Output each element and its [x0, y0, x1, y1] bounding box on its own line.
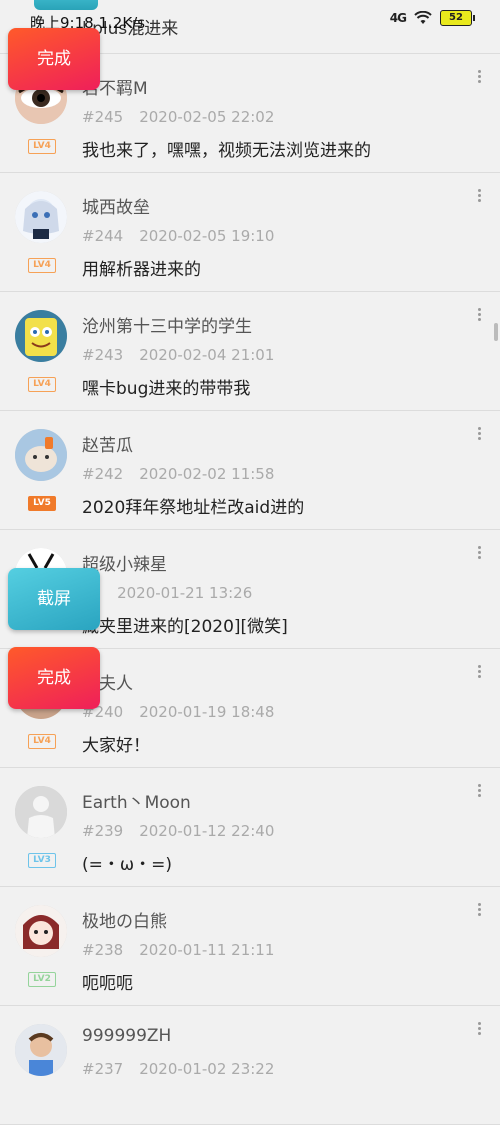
comment-meta: #244 2020-02-05 19:10: [82, 227, 275, 245]
default-avatar[interactable]: [15, 786, 67, 838]
comment-text: 我也来了，嘿嘿，视频无法浏览进来的: [82, 141, 371, 161]
comment-text: 用解析器进来的: [82, 260, 201, 280]
comment-text: 2020拜年祭地址栏改aid进的: [82, 498, 305, 518]
partial-overlay-button[interactable]: [34, 0, 98, 10]
comment-meta: #243 2020-02-04 21:01: [82, 346, 275, 364]
level-badge: LV4: [28, 734, 56, 749]
username[interactable]: 城西故垒: [82, 193, 150, 218]
comment-text: 嘿卡bug进来的带带我: [82, 379, 251, 399]
anime-girl-avatar[interactable]: [15, 191, 67, 243]
level-badge: LV3: [28, 853, 56, 868]
comment-meta: #240 2020-01-19 18:48: [82, 703, 275, 721]
comment-meta: #238 2020-01-11 21:11: [82, 941, 275, 959]
comment-item: LV3 Earth丶Moon #239 2020-01-12 22:40 (=・ω…: [0, 768, 500, 887]
signal-icon: 4G: [389, 11, 407, 25]
wifi-icon: [414, 11, 432, 24]
level-badge: LV5: [28, 496, 56, 511]
comment-text: 藏夹里进来的[2020][微笑]: [82, 617, 288, 637]
comment-text: 大家好！: [82, 736, 150, 756]
scrollbar[interactable]: [494, 323, 498, 341]
comment-item: LV4 沧州第十三中学的学生 #243 2020-02-04 21:01 嘿卡bu…: [0, 292, 500, 411]
sponge-avatar[interactable]: [15, 310, 67, 362]
status-icons: 4G 52: [389, 10, 475, 26]
comment-text: 呃呃呃: [82, 974, 133, 994]
more-icon[interactable]: [474, 425, 484, 447]
screenshot-button[interactable]: 截屏: [8, 568, 100, 630]
more-icon[interactable]: [474, 663, 484, 685]
toy-avatar[interactable]: [15, 429, 67, 481]
anime-girl2-avatar[interactable]: [15, 905, 67, 957]
username[interactable]: Earth丶Moon: [82, 788, 191, 813]
comment-meta: #239 2020-01-12 22:40: [82, 822, 275, 840]
comment-meta: #245 2020-02-05 22:02: [82, 108, 275, 126]
level-badge: LV4: [28, 377, 56, 392]
more-icon[interactable]: [474, 187, 484, 209]
comment-meta: #242 2020-02-02 11:58: [82, 465, 275, 483]
more-icon[interactable]: [474, 306, 484, 328]
username[interactable]: 极地の白熊: [82, 907, 167, 932]
battery-icon: 52: [440, 10, 475, 26]
finish-button[interactable]: 完成: [8, 647, 100, 709]
more-icon[interactable]: [474, 544, 484, 566]
level-badge: LV2: [28, 972, 56, 987]
comment-item: LV2 极地の白熊 #238 2020-01-11 21:11 呃呃呃: [0, 887, 500, 1006]
more-icon[interactable]: [474, 782, 484, 804]
more-icon[interactable]: [474, 901, 484, 923]
username[interactable]: 999999ZH: [82, 1026, 171, 1046]
level-badge: LV4: [28, 258, 56, 273]
comment-meta: #237 2020-01-02 23:22: [82, 1060, 275, 1078]
comment-meta: 412020-01-21 13:26: [82, 584, 253, 602]
more-icon[interactable]: [474, 1020, 484, 1042]
username[interactable]: 赵苦瓜: [82, 431, 133, 456]
level-badge: LV4: [28, 139, 56, 154]
man-avatar[interactable]: [15, 1024, 67, 1076]
username[interactable]: 沧州第十三中学的学生: [82, 312, 252, 337]
comment-text: (=・ω・=): [82, 855, 172, 875]
comment-item: 999999ZH #237 2020-01-02 23:22: [0, 1006, 500, 1125]
finish-button[interactable]: 完成: [8, 28, 100, 90]
more-icon[interactable]: [474, 68, 484, 90]
comment-item: LV5 赵苦瓜 #242 2020-02-02 11:58 2020拜年祭地址栏改…: [0, 411, 500, 530]
comment-item: LV4 城西故垒 #244 2020-02-05 19:10 用解析器进来的: [0, 173, 500, 292]
